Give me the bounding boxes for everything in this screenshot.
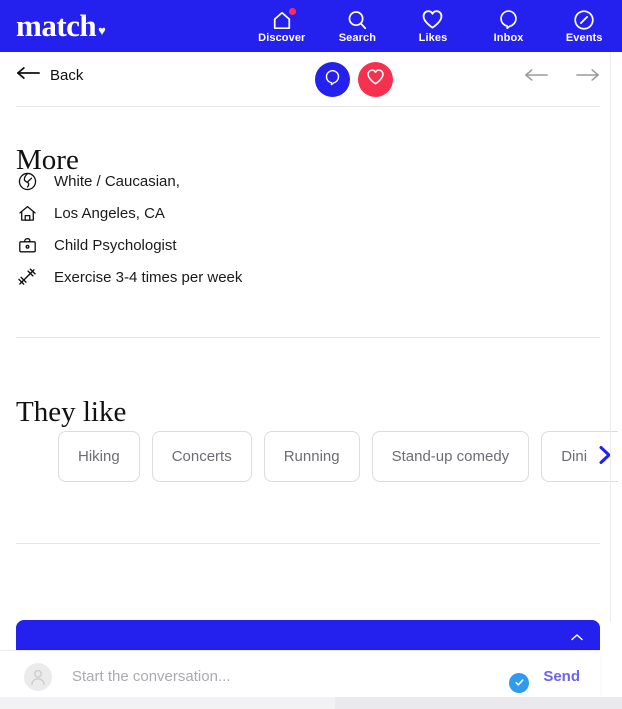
chevron-right-icon (596, 443, 614, 472)
chat-dock: Send (0, 620, 600, 709)
chat-dock-header[interactable] (16, 620, 600, 650)
heart-icon: ♥ (98, 23, 106, 38)
nav-item-discover[interactable]: Discover (244, 0, 320, 52)
interest-chip-list[interactable]: Hiking Concerts Running Stand-up comedy … (58, 431, 618, 482)
globe-icon (16, 171, 38, 192)
brand-logo[interactable]: match ♥ (16, 6, 106, 52)
interest-chip[interactable]: Concerts (151, 431, 252, 482)
sub-header: Back (0, 52, 612, 106)
nav-items: Discover Search Likes Inbox Events (244, 0, 622, 52)
nav-item-inbox[interactable]: Inbox (471, 0, 547, 52)
fact-text-exercise: Exercise 3-4 times per week (54, 268, 243, 286)
fact-row-occupation: Child Psychologist (16, 234, 416, 256)
briefcase-icon (16, 235, 38, 256)
home-icon (16, 203, 38, 224)
search-icon (346, 9, 368, 31)
fact-text-location: Los Angeles, CA (54, 204, 165, 222)
arrow-left-icon (16, 66, 40, 85)
brand-name: match (16, 8, 97, 43)
arrow-right-icon (576, 68, 600, 87)
home-icon (271, 7, 296, 31)
send-button[interactable]: Send (543, 668, 580, 685)
heart-icon (421, 9, 444, 31)
fact-text-occupation: Child Psychologist (54, 236, 177, 254)
message-action-button[interactable] (315, 62, 350, 97)
nav-item-events[interactable]: Events (546, 0, 622, 52)
like-action-button[interactable] (358, 62, 393, 97)
nav-item-search[interactable]: Search (320, 0, 396, 52)
user-avatar-icon (24, 662, 52, 691)
chat-bubble-icon (498, 9, 519, 31)
page-right-edge (610, 52, 611, 622)
back-button[interactable]: Back (16, 66, 83, 85)
fact-row-location: Los Angeles, CA (16, 202, 416, 224)
fact-text-ethnicity: White / Caucasian, (54, 172, 180, 190)
they-like-section-title: They like (16, 396, 127, 429)
arrow-left-icon (524, 68, 548, 87)
notification-badge (288, 7, 296, 15)
interest-chip[interactable]: Hiking (58, 431, 140, 482)
chat-input-row: Send (0, 650, 600, 702)
chat-message-input[interactable] (70, 667, 510, 686)
more-fact-list: White / Caucasian, Los Angeles, CA Child… (16, 170, 416, 288)
divider-bottom (16, 543, 600, 544)
back-label: Back (50, 67, 84, 84)
interest-chip[interactable]: Running (263, 431, 360, 482)
dumbbell-icon (16, 266, 38, 288)
top-navigation-bar: match ♥ Discover Search Likes Inbox Even… (0, 0, 622, 52)
previous-profile-button[interactable] (524, 68, 548, 87)
interest-chip[interactable]: Stand-up comedy (371, 431, 530, 482)
ticket-tag-icon (573, 9, 595, 31)
profile-action-buttons (315, 62, 393, 97)
profile-pager (524, 68, 600, 87)
bottom-strip-secondary (335, 697, 622, 709)
match-profile-page: match ♥ Discover Search Likes Inbox Even… (0, 0, 622, 709)
nav-label-inbox: Inbox (493, 31, 524, 44)
interest-chips-next-button[interactable] (588, 440, 622, 474)
chat-bubble-icon (324, 69, 341, 91)
next-profile-button[interactable] (576, 68, 600, 87)
fact-row-ethnicity: White / Caucasian, (16, 170, 416, 192)
chevron-up-icon (570, 629, 584, 647)
nav-label-search: Search (338, 31, 377, 44)
heart-icon (366, 68, 385, 91)
nav-label-events: Events (565, 31, 603, 44)
nav-label-discover: Discover (258, 31, 306, 44)
divider-middle (16, 337, 600, 338)
divider-top (16, 106, 600, 107)
nav-item-likes[interactable]: Likes (395, 0, 471, 52)
nav-label-likes: Likes (418, 31, 448, 44)
fact-row-exercise: Exercise 3-4 times per week (16, 266, 416, 288)
check-circle-icon (509, 672, 530, 693)
